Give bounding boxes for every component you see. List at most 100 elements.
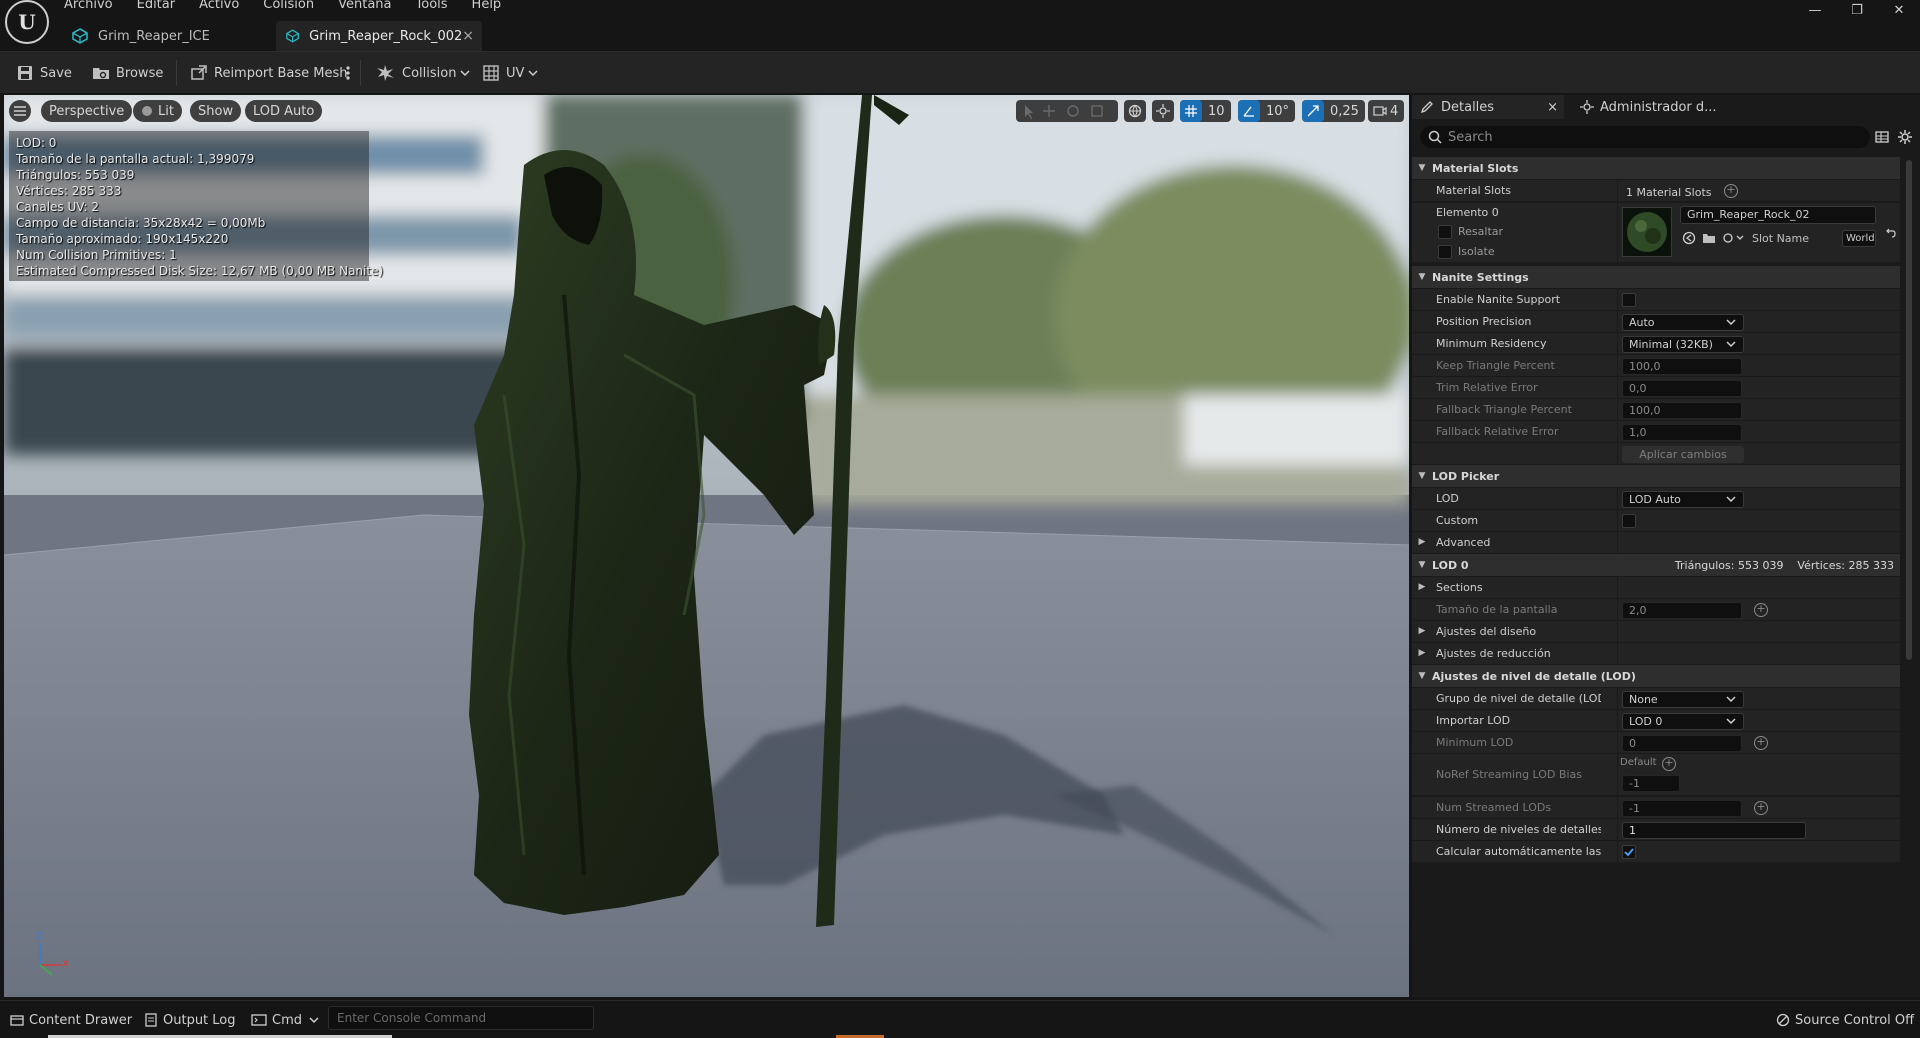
noref-streaming-bias-field[interactable]: -1 <box>1622 775 1680 792</box>
unreal-logo-icon[interactable]: U <box>5 0 49 44</box>
collision-label: Collision <box>402 65 457 81</box>
tab-details-close-button[interactable]: × <box>1547 100 1558 115</box>
category-material-slots[interactable]: ▼ Material Slots <box>1412 157 1900 179</box>
stat-line: Tamaño aproximado: 190x145x220 <box>16 232 229 246</box>
fallback-relative-error-field[interactable]: 1,0 <box>1622 424 1742 441</box>
add-platform-override-icon[interactable]: + <box>1754 603 1768 617</box>
slot-name-field[interactable]: World <box>1842 230 1876 247</box>
console-command-input[interactable]: Enter Console Command <box>328 1006 594 1030</box>
add-platform-override-icon[interactable]: + <box>1754 736 1768 750</box>
category-lod-picker[interactable]: ▼ LOD Picker <box>1412 465 1900 487</box>
reset-arrow-icon[interactable] <box>1884 227 1896 239</box>
minimum-residency-dropdown[interactable]: Minimal (32KB) <box>1622 336 1744 353</box>
surface-snap-toggle[interactable] <box>1152 100 1174 122</box>
camera-speed-control[interactable]: 4 <box>1368 100 1405 122</box>
browse-button[interactable]: Browse <box>92 61 163 85</box>
isolate-checkbox[interactable] <box>1438 245 1452 259</box>
viewport-menu-button[interactable] <box>9 100 31 122</box>
more-options-button[interactable] <box>345 61 357 85</box>
content-drawer-button[interactable]: Content Drawer <box>10 1010 132 1030</box>
collision-dropdown[interactable]: Collision <box>376 61 477 85</box>
show-button[interactable]: Show <box>190 100 242 122</box>
perspective-button[interactable]: Perspective <box>41 100 133 122</box>
browse-folder-icon[interactable] <box>1702 231 1716 245</box>
category-lod-settings[interactable]: ▼ Ajustes de nivel de detalle (LOD) <box>1412 665 1900 687</box>
menu-editar[interactable]: Editar <box>125 0 188 15</box>
fallback-triangle-percent-field[interactable]: 100,0 <box>1622 402 1742 419</box>
tab-grim-reaper-rock-002[interactable]: Grim_Reaper_Rock_002 × <box>276 21 482 51</box>
position-precision-dropdown[interactable]: Auto <box>1622 314 1744 331</box>
chevron-down-icon <box>1726 341 1736 348</box>
num-streamed-lods-field[interactable]: -1 <box>1622 800 1742 817</box>
material-thumbnail[interactable] <box>1622 207 1672 257</box>
highlight-checkbox[interactable] <box>1438 225 1452 239</box>
minimize-button[interactable]: — <box>1794 0 1836 20</box>
row-label: Trim Relative Error <box>1436 381 1538 394</box>
content-drawer-label: Content Drawer <box>29 1012 133 1028</box>
mesh-viewport[interactable]: Z X Perspective Lit Show LOD Auto LOD: 0… <box>4 95 1409 997</box>
add-platform-override-icon[interactable]: + <box>1662 757 1676 771</box>
table-view-icon[interactable] <box>1874 129 1890 145</box>
row-label: Sections <box>1436 581 1483 594</box>
maximize-button[interactable]: ❐ <box>1836 0 1878 20</box>
row-reduction-settings[interactable]: ▶ Ajustes de reducción <box>1412 643 1900 665</box>
menu-archivo[interactable]: Archivo <box>52 0 125 15</box>
menu-help[interactable]: Help <box>460 0 514 15</box>
screen-size-field[interactable]: 2,0 <box>1622 602 1742 619</box>
source-control-button[interactable]: Source Control Off <box>1776 1010 1914 1030</box>
material-name-field[interactable]: Grim_Reaper_Rock_02 <box>1680 206 1876 224</box>
settings-gear-icon[interactable] <box>1897 129 1913 145</box>
title-bar: U Archivo Editar Activo Colisión Ventana… <box>0 0 1920 51</box>
tab-grim-reaper-ice[interactable]: Grim_Reaper_ICE <box>62 21 272 51</box>
tab-details-label: Detalles <box>1441 99 1495 115</box>
add-material-slot-icon[interactable]: + <box>1724 184 1738 198</box>
collapse-arrow-icon: ▼ <box>1418 471 1426 481</box>
menu-colision[interactable]: Colisión <box>251 0 326 15</box>
import-lod-dropdown[interactable]: LOD 0 <box>1622 713 1744 730</box>
lod-group-dropdown[interactable]: None <box>1622 691 1744 708</box>
close-window-button[interactable]: ✕ <box>1878 0 1920 20</box>
tab-close-button[interactable]: × <box>462 28 474 44</box>
category-lod-0[interactable]: ▼ LOD 0 Triángulos: 553 039 Vértices: 28… <box>1412 554 1900 576</box>
lod-dropdown[interactable]: LOD Auto <box>1622 491 1744 508</box>
custom-checkbox[interactable] <box>1622 514 1636 528</box>
keep-triangle-percent-field[interactable]: 100,0 <box>1622 358 1742 375</box>
category-nanite-settings[interactable]: ▼ Nanite Settings <box>1412 266 1900 288</box>
lit-button[interactable]: Lit <box>133 100 182 122</box>
element-label: Elemento 0 <box>1436 206 1499 219</box>
use-selected-arrow-icon[interactable] <box>1682 231 1696 245</box>
save-button[interactable]: Save <box>16 61 72 85</box>
material-options-icon[interactable] <box>1722 231 1744 245</box>
reimport-base-mesh-button[interactable]: Reimport Base Mesh <box>190 61 348 85</box>
trim-relative-error-field[interactable]: 0,0 <box>1622 380 1742 397</box>
uv-dropdown[interactable]: UV <box>482 61 545 85</box>
status-bar: Content Drawer Output Log Cmd Enter Cons… <box>0 1000 1920 1038</box>
lod-auto-button[interactable]: LOD Auto <box>245 100 323 122</box>
output-log-button[interactable]: Output Log <box>144 1010 236 1030</box>
rotation-snap-control[interactable]: 10° <box>1238 100 1296 122</box>
details-scrollbar[interactable] <box>1906 160 1912 660</box>
apply-changes-button[interactable]: Aplicar cambios <box>1622 446 1744 463</box>
add-platform-override-icon[interactable]: + <box>1754 801 1768 815</box>
enable-nanite-checkbox[interactable] <box>1622 293 1636 307</box>
static-mesh-icon <box>286 29 300 43</box>
tab-admin[interactable]: Administrador d... <box>1580 95 1740 119</box>
scale-snap-control[interactable]: 0,25 <box>1302 100 1365 122</box>
row-sections[interactable]: ▶ Sections <box>1412 577 1900 599</box>
row-advanced[interactable]: ▶ Advanced <box>1412 532 1900 554</box>
cmd-label: Cmd <box>272 1012 302 1028</box>
auto-compute-checkbox[interactable] <box>1622 845 1636 859</box>
number-of-lods-field[interactable]: 1 <box>1622 822 1806 839</box>
world-local-toggle[interactable] <box>1124 100 1146 122</box>
minimum-lod-field[interactable]: 0 <box>1622 735 1742 752</box>
menu-tools[interactable]: Tools <box>404 0 460 15</box>
cmd-dropdown[interactable]: Cmd <box>251 1010 325 1030</box>
highlight-label: Resaltar <box>1458 225 1504 238</box>
menu-ventana[interactable]: Ventana <box>326 0 403 15</box>
menu-activo[interactable]: Activo <box>187 0 251 15</box>
row-label: Minimum Residency <box>1436 337 1547 350</box>
row-build-settings[interactable]: ▶ Ajustes del diseño <box>1412 621 1900 643</box>
tab-details[interactable]: Detalles × <box>1412 95 1564 119</box>
details-search-input[interactable]: Search <box>1420 126 1870 148</box>
grid-snap-control[interactable]: 10 <box>1180 100 1231 122</box>
